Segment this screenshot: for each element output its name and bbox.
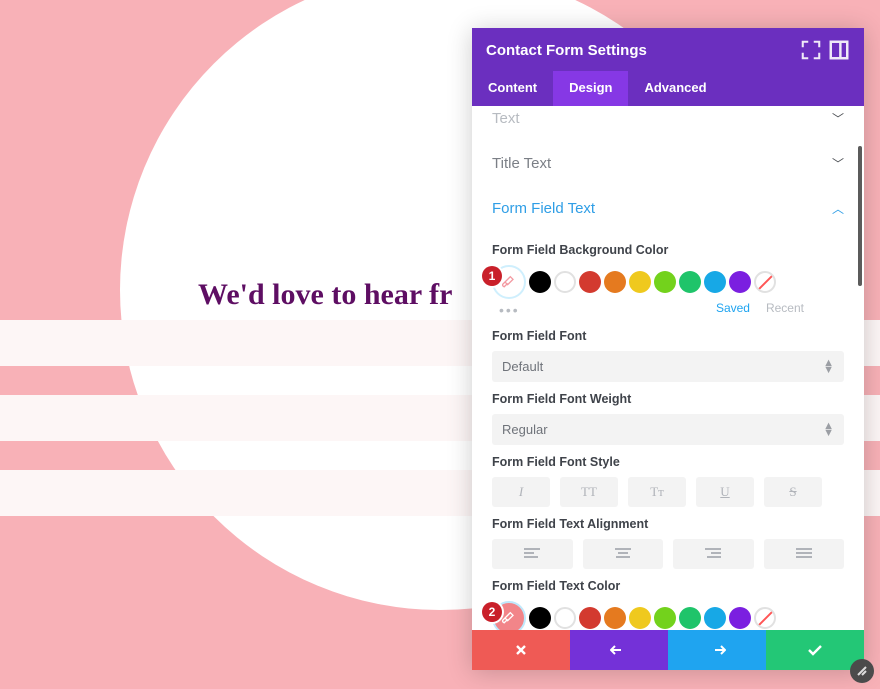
align-justify-button[interactable] bbox=[764, 539, 845, 569]
section-form-field-text[interactable]: Form Field Text ︿ bbox=[472, 186, 864, 231]
section-label: Title Text bbox=[492, 155, 551, 172]
updown-icon: ▲▼ bbox=[823, 360, 834, 374]
swatch-white[interactable] bbox=[554, 271, 576, 293]
panel-footer bbox=[472, 630, 864, 670]
underline-button[interactable]: U bbox=[696, 477, 754, 507]
chevron-down-icon: ﹀ bbox=[832, 110, 844, 127]
swatch-white[interactable] bbox=[554, 607, 576, 629]
settings-panel: Contact Form Settings Content Design Adv… bbox=[472, 28, 864, 670]
swatch-blue[interactable] bbox=[704, 607, 726, 629]
swatch-purple[interactable] bbox=[729, 271, 751, 293]
undo-button[interactable] bbox=[570, 630, 668, 670]
swatch-black[interactable] bbox=[529, 271, 551, 293]
smallcaps-button[interactable]: Tᴛ bbox=[628, 477, 686, 507]
section-label: Form Field Text bbox=[492, 200, 595, 217]
save-button[interactable] bbox=[766, 630, 864, 670]
uppercase-button[interactable]: TT bbox=[560, 477, 618, 507]
chevron-up-icon: ︿ bbox=[832, 200, 844, 217]
section-label: Text bbox=[492, 110, 520, 127]
weight-select[interactable]: Regular ▲▼ bbox=[492, 414, 844, 445]
tab-content[interactable]: Content bbox=[472, 71, 553, 106]
font-style-buttons: I TT Tᴛ U S bbox=[492, 477, 844, 507]
strikethrough-button[interactable]: S bbox=[764, 477, 822, 507]
swatch-yellow[interactable] bbox=[629, 607, 651, 629]
align-left-button[interactable] bbox=[492, 539, 573, 569]
swatch-purple[interactable] bbox=[729, 607, 751, 629]
annotation-badge-1: 1 bbox=[482, 266, 502, 286]
label-font-weight: Form Field Font Weight bbox=[492, 392, 844, 406]
swatch-yellow[interactable] bbox=[629, 271, 651, 293]
panel-tabs: Content Design Advanced bbox=[472, 71, 864, 106]
alignment-buttons bbox=[492, 539, 844, 569]
swatch-none[interactable] bbox=[754, 607, 776, 629]
swatch-orange[interactable] bbox=[604, 271, 626, 293]
swatch-tab-saved[interactable]: Saved bbox=[716, 301, 750, 315]
swatch-blue[interactable] bbox=[704, 271, 726, 293]
chevron-down-icon: ﹀ bbox=[832, 155, 844, 172]
italic-button[interactable]: I bbox=[492, 477, 550, 507]
font-select-value: Default bbox=[502, 359, 543, 374]
align-right-button[interactable] bbox=[673, 539, 754, 569]
tab-design[interactable]: Design bbox=[553, 71, 628, 106]
more-swatches-icon[interactable]: ••• bbox=[499, 302, 520, 318]
swatch-green[interactable] bbox=[654, 607, 676, 629]
panel-title: Contact Form Settings bbox=[486, 42, 800, 59]
font-select[interactable]: Default ▲▼ bbox=[492, 351, 844, 382]
text-color-swatches: 2 bbox=[492, 601, 844, 630]
panel-header: Contact Form Settings Content Design Adv… bbox=[472, 28, 864, 106]
swatch-teal[interactable] bbox=[679, 607, 701, 629]
weight-select-value: Regular bbox=[502, 422, 548, 437]
label-bg-color: Form Field Background Color bbox=[492, 243, 844, 257]
resize-handle[interactable] bbox=[850, 659, 874, 683]
updown-icon: ▲▼ bbox=[823, 423, 834, 437]
label-text-color: Form Field Text Color bbox=[492, 579, 844, 593]
hero-heading: We'd love to hear fr bbox=[198, 278, 452, 312]
expand-icon[interactable] bbox=[800, 39, 822, 61]
label-font-style: Form Field Font Style bbox=[492, 455, 844, 469]
label-alignment: Form Field Text Alignment bbox=[492, 517, 844, 531]
redo-button[interactable] bbox=[668, 630, 766, 670]
swatch-green[interactable] bbox=[654, 271, 676, 293]
swatch-black[interactable] bbox=[529, 607, 551, 629]
annotation-badge-2: 2 bbox=[482, 602, 502, 622]
swatch-orange[interactable] bbox=[604, 607, 626, 629]
label-font: Form Field Font bbox=[492, 329, 844, 343]
swatch-teal[interactable] bbox=[679, 271, 701, 293]
eyedropper-button[interactable]: 1 bbox=[492, 265, 526, 299]
dock-icon[interactable] bbox=[828, 39, 850, 61]
section-text[interactable]: Text ﹀ bbox=[472, 106, 864, 141]
eyedropper-button[interactable]: 2 bbox=[492, 601, 526, 630]
scrollbar-thumb[interactable] bbox=[858, 146, 862, 286]
swatch-tab-recent[interactable]: Recent bbox=[766, 301, 804, 315]
swatch-red[interactable] bbox=[579, 607, 601, 629]
swatch-red[interactable] bbox=[579, 271, 601, 293]
section-title-text[interactable]: Title Text ﹀ bbox=[472, 141, 864, 186]
bg-color-swatches: 1 bbox=[492, 265, 844, 299]
panel-body: Text ﹀ Title Text ﹀ Form Field Text ︿ Fo… bbox=[472, 106, 864, 630]
section-body: Form Field Background Color 1 ••• bbox=[472, 231, 864, 630]
tab-advanced[interactable]: Advanced bbox=[628, 71, 722, 106]
cancel-button[interactable] bbox=[472, 630, 570, 670]
swatch-none[interactable] bbox=[754, 271, 776, 293]
align-center-button[interactable] bbox=[583, 539, 664, 569]
